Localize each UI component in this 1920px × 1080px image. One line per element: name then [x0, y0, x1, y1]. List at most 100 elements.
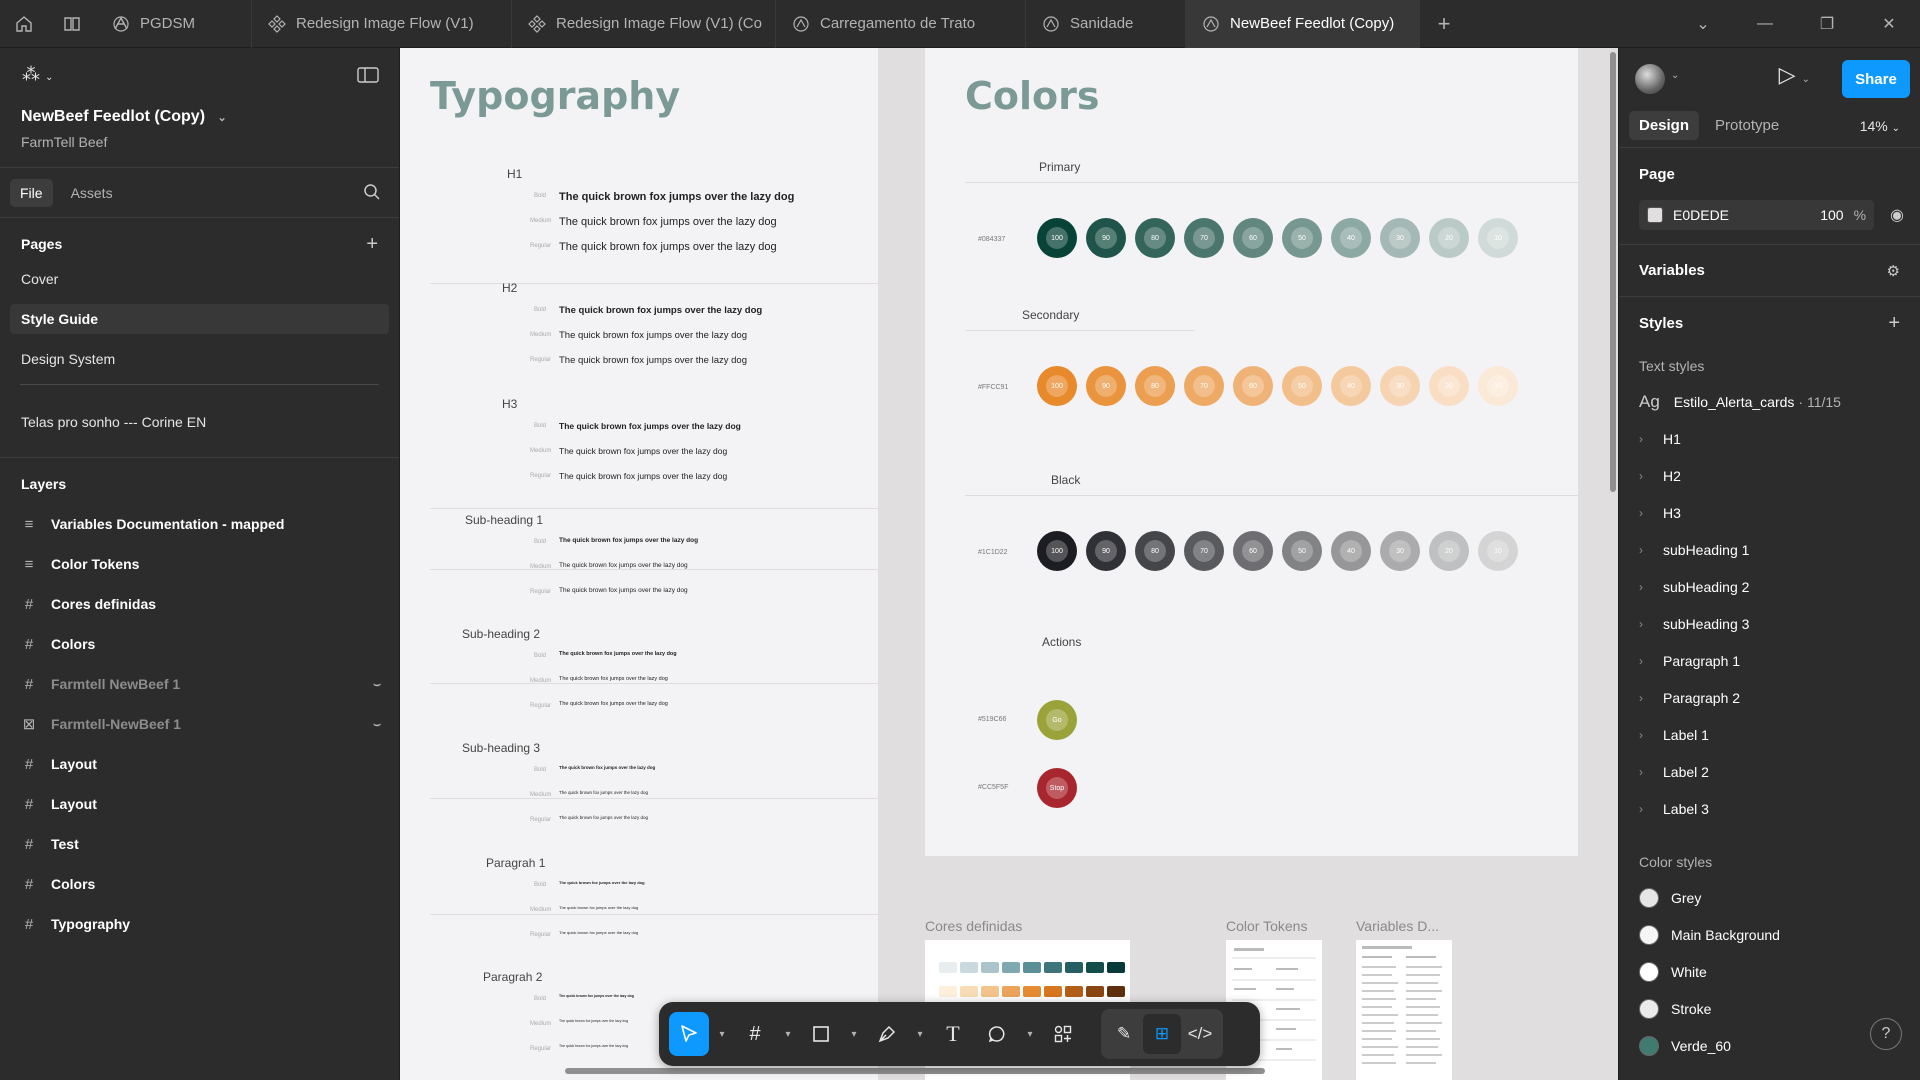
- color-swatch[interactable]: 90: [1086, 366, 1126, 406]
- home-icon[interactable]: [0, 0, 48, 48]
- action-swatch[interactable]: Go: [1037, 700, 1077, 740]
- color-swatch[interactable]: 20: [1429, 218, 1469, 258]
- eye-icon[interactable]: ◉: [1890, 205, 1904, 225]
- color-swatch[interactable]: 40: [1331, 218, 1371, 258]
- comment-tool-button[interactable]: [977, 1012, 1017, 1056]
- page-item[interactable]: Telas pro sonho --- Corine EN: [10, 407, 389, 437]
- add-style-icon[interactable]: +: [1888, 312, 1900, 335]
- color-swatch[interactable]: 20: [1429, 531, 1469, 571]
- vertical-scrollbar[interactable]: [1610, 52, 1616, 492]
- zoom-dropdown[interactable]: 14% ⌄: [1860, 118, 1900, 134]
- color-chip[interactable]: [1647, 207, 1663, 223]
- layer-item[interactable]: # Colors: [0, 864, 399, 904]
- share-button[interactable]: Share: [1842, 60, 1910, 98]
- chevron-down-icon[interactable]: ▾: [713, 1012, 731, 1056]
- chevron-down-icon[interactable]: ⌄: [1671, 70, 1679, 81]
- color-swatch[interactable]: 100: [1037, 531, 1077, 571]
- page-item-active[interactable]: Style Guide: [10, 304, 389, 334]
- color-swatch[interactable]: 60: [1233, 531, 1273, 571]
- text-style-group[interactable]: › subHeading 2: [1619, 568, 1920, 605]
- text-style-item[interactable]: Ag Estilo_Alerta_cards · 11/15: [1619, 383, 1920, 420]
- text-style-group[interactable]: › subHeading 1: [1619, 531, 1920, 568]
- book-icon[interactable]: [48, 0, 96, 48]
- layer-item[interactable]: # Colors: [0, 624, 399, 664]
- horizontal-scrollbar[interactable]: [565, 1068, 1265, 1074]
- layer-item[interactable]: ≡ Variables Documentation - mapped: [0, 504, 399, 544]
- color-swatch[interactable]: 10: [1478, 366, 1518, 406]
- color-swatch[interactable]: 100: [1037, 218, 1077, 258]
- variables-doc-thumbnail[interactable]: [1356, 940, 1452, 1080]
- color-swatch[interactable]: 50: [1282, 218, 1322, 258]
- layer-item[interactable]: ≡ Color Tokens: [0, 544, 399, 584]
- tab-assets[interactable]: Assets: [61, 179, 123, 207]
- restore-icon[interactable]: ❐: [1796, 0, 1858, 48]
- layer-item-hidden[interactable]: ⊠ Farmtell-NewBeef 1 ⌣: [0, 704, 399, 744]
- layer-item[interactable]: # Layout: [0, 784, 399, 824]
- typography-frame[interactable]: Typography H1 Bold The quick brown fox jum…: [400, 48, 878, 1080]
- figma-menu-icon[interactable]: ⁂ ⌄: [22, 64, 53, 85]
- color-swatch[interactable]: 60: [1233, 366, 1273, 406]
- tab-file[interactable]: PGDSM: [96, 0, 252, 48]
- color-style-item[interactable]: Main Background: [1619, 916, 1920, 953]
- pen-tool-button[interactable]: [867, 1012, 907, 1056]
- color-swatch[interactable]: 70: [1184, 531, 1224, 571]
- frame-tool-button[interactable]: #: [735, 1012, 775, 1056]
- page-item[interactable]: Fluxo para teste no Maze: [10, 447, 389, 457]
- draw-mode-button[interactable]: ✎: [1105, 1012, 1143, 1056]
- text-style-group[interactable]: › H2: [1619, 457, 1920, 494]
- color-swatch[interactable]: 100: [1037, 366, 1077, 406]
- color-swatch[interactable]: 80: [1135, 218, 1175, 258]
- file-name[interactable]: NewBeef Feedlot (Copy) ⌄: [21, 108, 227, 126]
- shape-tool-button[interactable]: [801, 1012, 841, 1056]
- team-name[interactable]: FarmTell Beef: [21, 134, 107, 150]
- eye-closed-icon[interactable]: ⌣: [373, 717, 381, 732]
- color-swatch[interactable]: 90: [1086, 218, 1126, 258]
- chevron-down-icon[interactable]: ▾: [1021, 1012, 1039, 1056]
- color-swatch[interactable]: 30: [1380, 531, 1420, 571]
- color-swatch[interactable]: 40: [1331, 531, 1371, 571]
- tab-file-panel[interactable]: File: [10, 178, 53, 207]
- color-swatch[interactable]: 70: [1184, 366, 1224, 406]
- sidebar-toggle-icon[interactable]: [357, 66, 379, 84]
- page-color-field[interactable]: E0DEDE 100 %: [1639, 200, 1875, 230]
- text-style-group[interactable]: › subHeading 3: [1619, 605, 1920, 642]
- chevron-down-icon[interactable]: ⌄: [1672, 0, 1734, 48]
- color-swatch[interactable]: 20: [1429, 366, 1469, 406]
- color-swatch[interactable]: 30: [1380, 366, 1420, 406]
- add-page-icon[interactable]: +: [366, 233, 378, 256]
- text-tool-button[interactable]: T: [933, 1012, 973, 1056]
- color-swatch[interactable]: 60: [1233, 218, 1273, 258]
- color-swatch[interactable]: 30: [1380, 218, 1420, 258]
- dev-mode-button[interactable]: </>: [1181, 1012, 1219, 1056]
- action-swatch[interactable]: Stop: [1037, 768, 1077, 808]
- variables-settings-icon[interactable]: ⚙: [1887, 262, 1900, 280]
- text-style-group[interactable]: › H1: [1619, 420, 1920, 457]
- chevron-down-icon[interactable]: ▾: [779, 1012, 797, 1056]
- present-button[interactable]: ▷ ⌄: [1779, 62, 1810, 88]
- tab-file[interactable]: Sanidade: [1026, 0, 1186, 48]
- text-style-group[interactable]: › H3: [1619, 494, 1920, 531]
- colors-frame[interactable]: Colors Primary #084337 100 90 80 70 60 50 40 30 20…: [925, 48, 1578, 856]
- minimize-icon[interactable]: —: [1734, 0, 1796, 48]
- text-style-group[interactable]: › Paragraph 2: [1619, 679, 1920, 716]
- text-style-group[interactable]: › Label 1: [1619, 716, 1920, 753]
- text-style-group[interactable]: › Label 2: [1619, 753, 1920, 790]
- color-style-item[interactable]: White: [1619, 953, 1920, 990]
- eye-closed-icon[interactable]: ⌣: [373, 677, 381, 692]
- page-item[interactable]: Design System: [10, 344, 389, 374]
- tab-prototype[interactable]: Prototype: [1705, 111, 1789, 140]
- tab-design[interactable]: Design: [1629, 111, 1700, 140]
- close-window-icon[interactable]: ✕: [1858, 0, 1920, 48]
- chevron-down-icon[interactable]: ▾: [911, 1012, 929, 1056]
- text-style-group[interactable]: › Label 3: [1619, 790, 1920, 827]
- tab-file-active[interactable]: NewBeef Feedlot (Copy) ✕: [1186, 0, 1420, 48]
- tab-file[interactable]: Redesign Image Flow (V1): [252, 0, 512, 48]
- text-style-group[interactable]: › Paragraph 1: [1619, 642, 1920, 679]
- color-swatch[interactable]: 10: [1478, 531, 1518, 571]
- color-swatch[interactable]: 70: [1184, 218, 1224, 258]
- avatar[interactable]: [1635, 64, 1665, 94]
- color-swatch[interactable]: 50: [1282, 531, 1322, 571]
- layer-item-hidden[interactable]: # Farmtell NewBeef 1 ⌣: [0, 664, 399, 704]
- help-button[interactable]: ?: [1870, 1018, 1902, 1050]
- chevron-down-icon[interactable]: ▾: [845, 1012, 863, 1056]
